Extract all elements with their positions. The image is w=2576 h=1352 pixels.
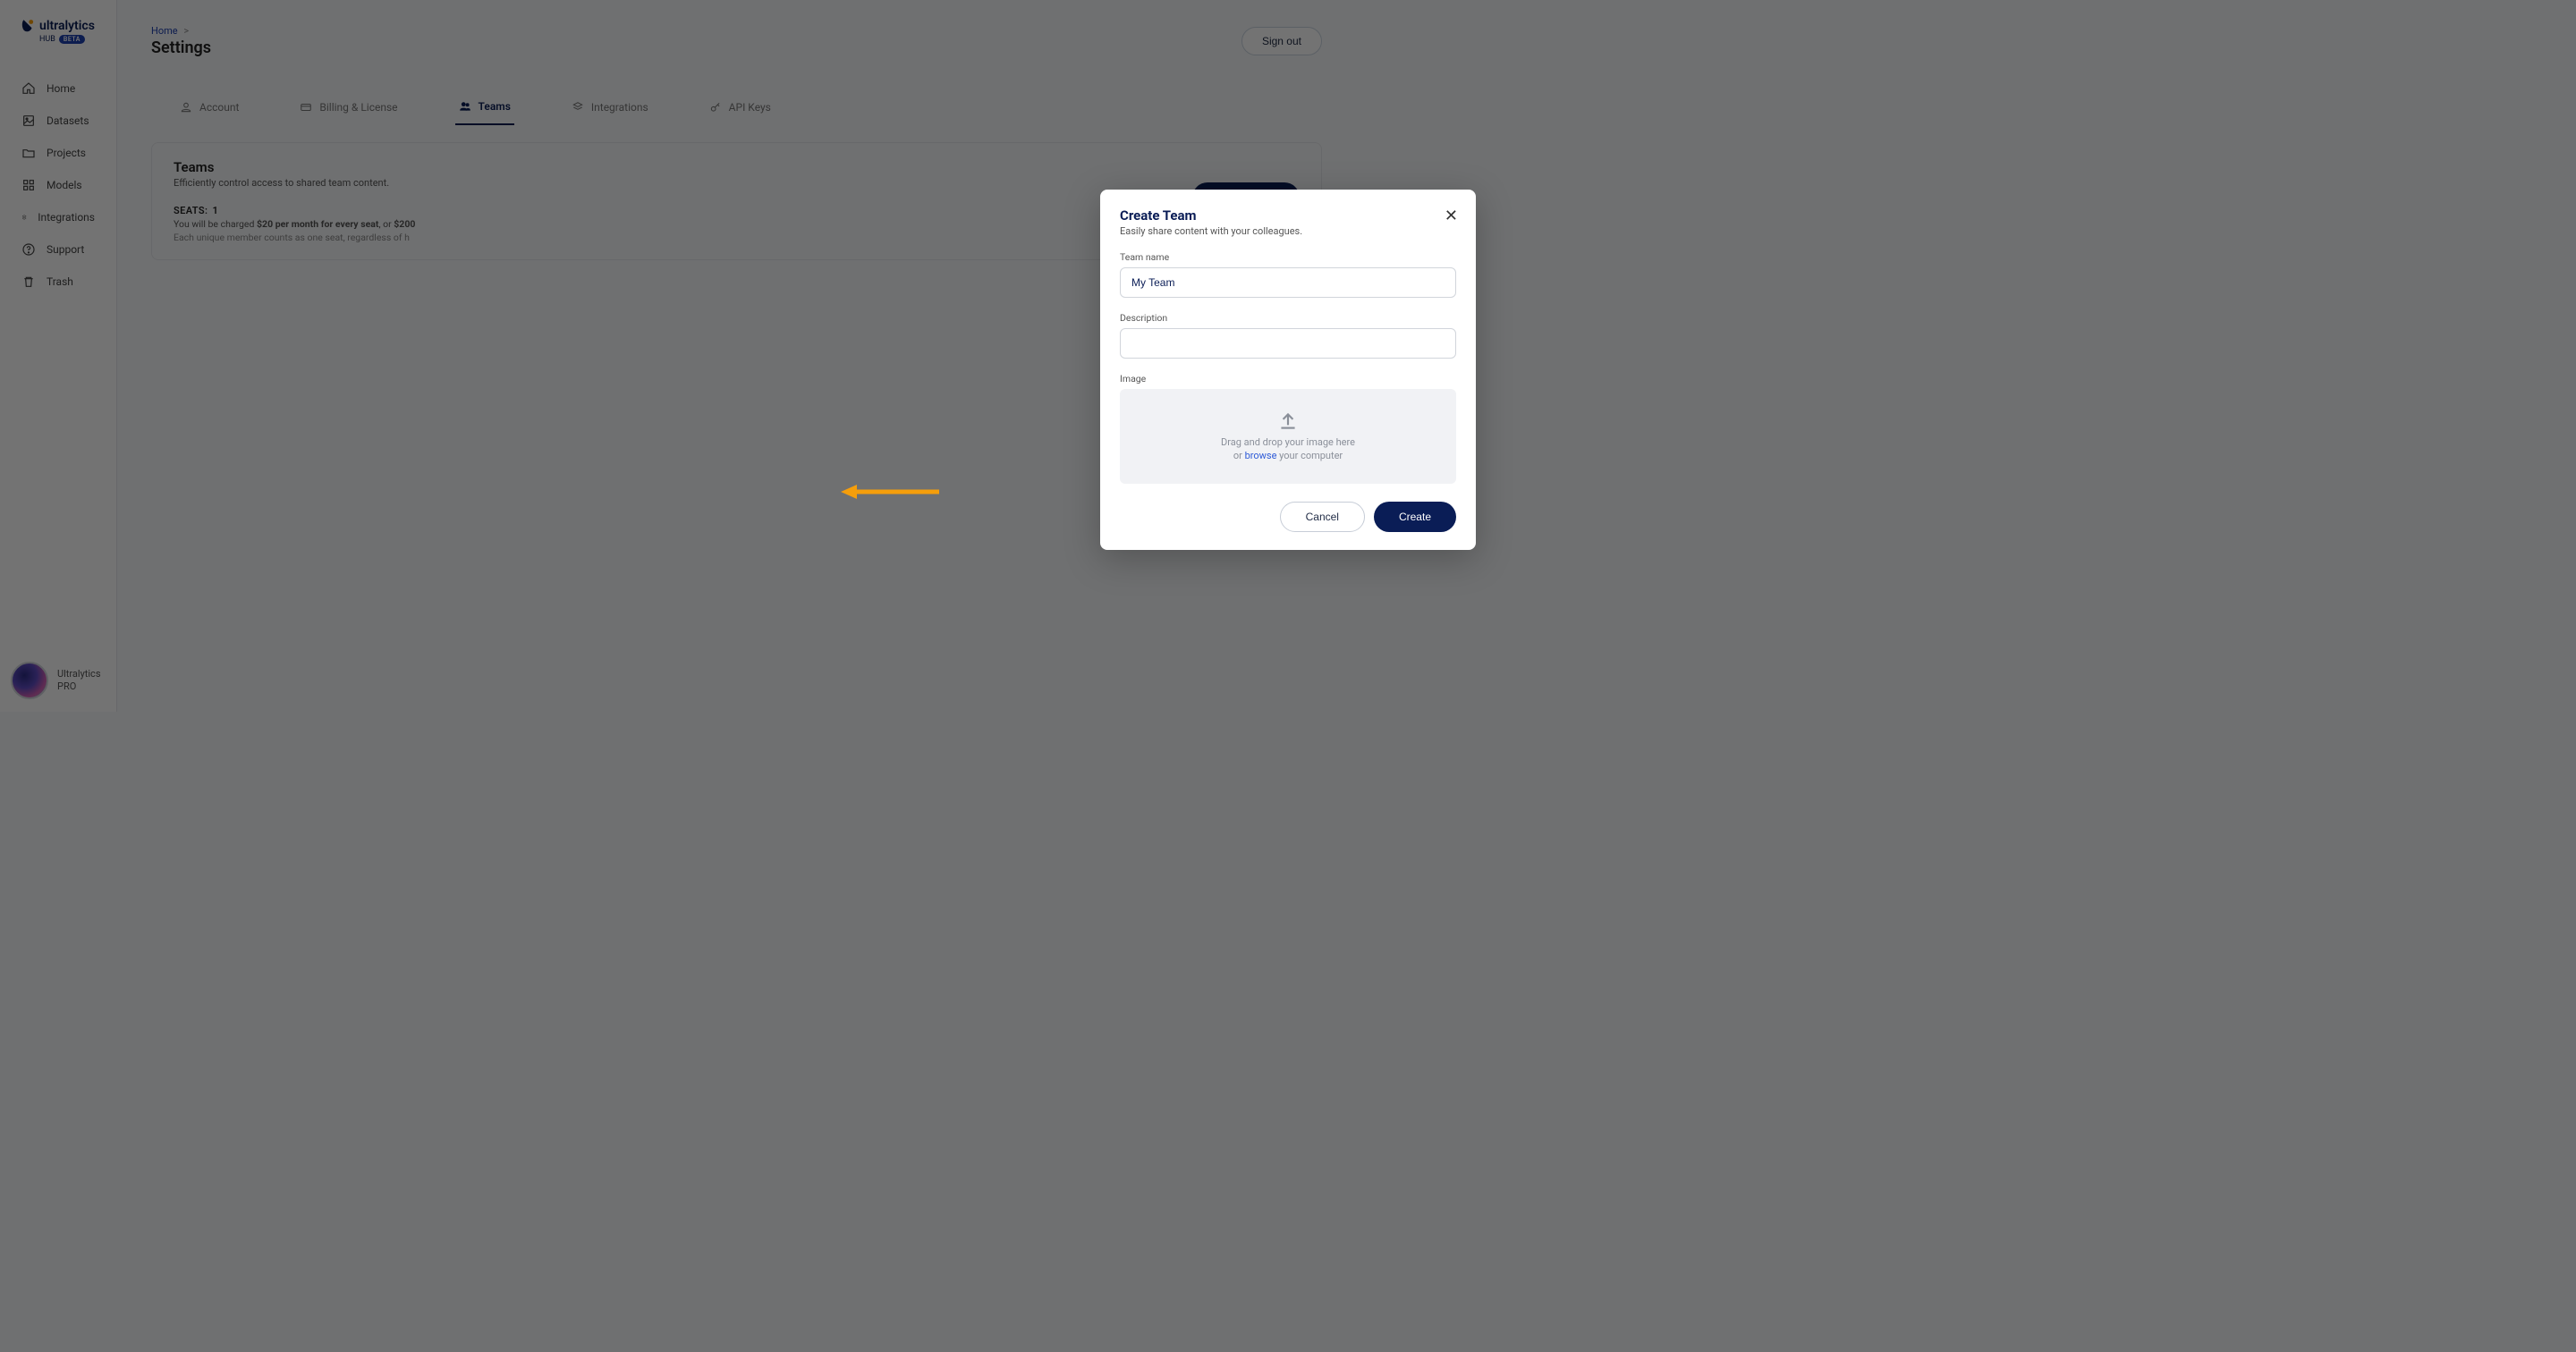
team-name-input[interactable] xyxy=(1120,267,1456,298)
description-input[interactable] xyxy=(1120,328,1456,359)
image-label: Image xyxy=(1120,373,1456,384)
modal-overlay: ✕ Create Team Easily share content with … xyxy=(0,0,2576,1352)
description-label: Description xyxy=(1120,312,1456,324)
arrow-annotation xyxy=(841,483,939,501)
browse-link[interactable]: browse xyxy=(1245,450,1277,461)
create-team-modal: ✕ Create Team Easily share content with … xyxy=(1100,190,1476,550)
upload-icon xyxy=(1276,410,1300,433)
create-button[interactable]: Create xyxy=(1374,502,1456,532)
close-icon[interactable]: ✕ xyxy=(1445,207,1458,224)
team-name-label: Team name xyxy=(1120,251,1456,263)
drop-or: or xyxy=(1233,450,1245,461)
drop-line1: Drag and drop your image here xyxy=(1221,436,1355,450)
dropzone-text: Drag and drop your image here or browse … xyxy=(1221,436,1355,463)
modal-actions: Cancel Create xyxy=(1120,502,1456,532)
image-dropzone[interactable]: Drag and drop your image here or browse … xyxy=(1120,389,1456,484)
cancel-button[interactable]: Cancel xyxy=(1280,502,1365,532)
drop-tail: your computer xyxy=(1276,450,1343,461)
modal-title: Create Team xyxy=(1120,207,1456,224)
modal-subtitle: Easily share content with your colleague… xyxy=(1120,225,1456,237)
